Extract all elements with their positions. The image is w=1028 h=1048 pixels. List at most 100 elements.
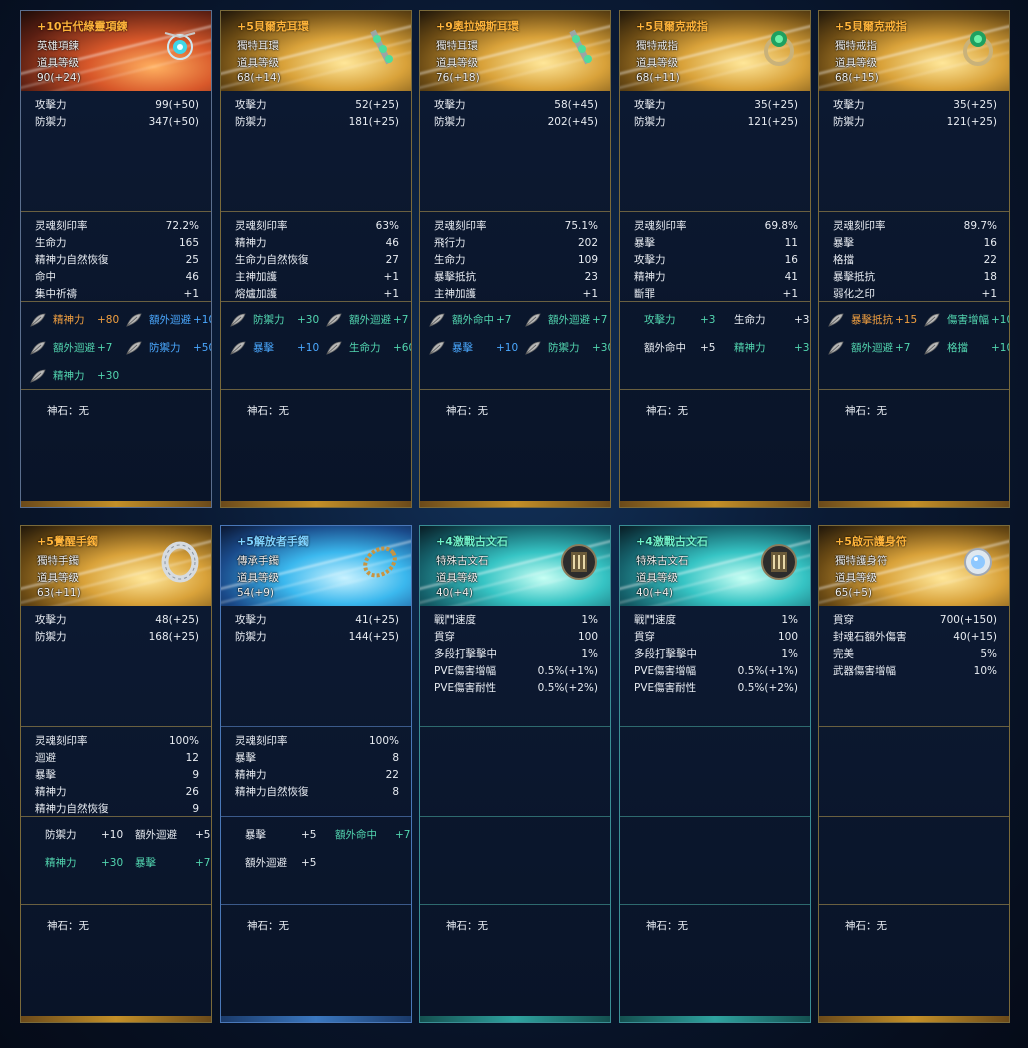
manastone-slot[interactable]: 暴擊 +7: [131, 853, 211, 873]
stat-name: 貫穿: [833, 614, 854, 626]
item-card[interactable]: +5覺醒手鐲 獨特手鐲 道具等级 63(+11) 攻擊力 48(+25) 防禦力 168(+2…: [20, 525, 212, 1023]
base-stats: 攻擊力 52(+25) 防禦力 181(+25): [221, 95, 411, 213]
godstone-label: 神石：无: [845, 920, 887, 932]
stat-row: PVE傷害耐性 0.5%(+2%): [420, 680, 610, 697]
stat-value: 0.5%(+2%): [537, 682, 598, 694]
item-level: 40(+4): [636, 587, 674, 599]
manastone-value: +7: [395, 829, 411, 841]
manastone-slot[interactable]: 傷害增幅+10: [923, 310, 1009, 330]
manastone-slot[interactable]: 額外迴避 +5: [237, 853, 329, 873]
manastone-slot[interactable]: 額外命中 +5: [636, 338, 728, 358]
manastone-slots: 暴擊抵抗+15傷害增幅+10額外迴避+7格擋+10: [819, 301, 1009, 390]
stat-name: 暴擊抵抗: [434, 271, 476, 283]
item-header: +4激戰古文石 特殊古文石 道具等级 40(+4): [620, 526, 810, 606]
stat-name: PVE傷害增幅: [634, 665, 697, 677]
stat-value: 11: [784, 237, 798, 249]
stat-row: 多段打擊擊中 1%: [620, 646, 810, 663]
manastone-name: 暴擊: [253, 342, 274, 354]
stat-value: 35(+25): [754, 99, 798, 111]
item-card[interactable]: +10古代綠靈項鍊 英雄項鍊 道具等级 90(+24) 攻擊力 99(+50) 防禦力 347…: [20, 10, 212, 508]
stat-value: 75.1%: [564, 220, 598, 232]
manastone-slot[interactable]: 額外命中 +7: [428, 310, 520, 330]
manastone-slot[interactable]: 額外迴避 +7: [827, 338, 919, 358]
stat-name: 攻擊力: [634, 254, 666, 266]
manastone-slots: 額外命中+7額外迴避+7暴擊+10防禦力+30: [420, 301, 610, 390]
manastone-slot[interactable]: 精神力 +30: [37, 853, 129, 873]
manastone-slot[interactable]: 額外迴避 +7: [524, 310, 610, 330]
rarity-bar: [420, 501, 610, 507]
stat-value: 202(+45): [547, 116, 598, 128]
item-type: 獨特手鐲: [37, 555, 79, 567]
manastone-slot[interactable]: 防禦力 +30: [524, 338, 610, 358]
stat-name: 戰鬥速度: [434, 614, 476, 626]
manastone-slots: 防禦力 +30 額外迴避+7 暴擊 +10 生命力 +60: [221, 301, 411, 390]
stat-row: 灵魂刻印率 89.7%: [819, 218, 1009, 235]
item-card[interactable]: +9奧拉姆斯耳環 獨特耳環 道具等级 76(+18) 攻擊力 58(+45) 防禦力 202(…: [419, 10, 611, 508]
stat-row: 貫穿 700(+150): [819, 612, 1009, 629]
manastone-slot[interactable]: 生命力 +30: [730, 310, 810, 330]
manastone-name: 額外迴避: [349, 314, 391, 326]
feather-icon: [229, 340, 247, 356]
manastone-name: 額外迴避: [53, 342, 95, 354]
stat-name: 完美: [833, 648, 854, 660]
stat-row: 迴避 12: [21, 750, 211, 767]
manastone-slot[interactable]: 暴擊抵抗 +15: [827, 310, 919, 330]
manastone-slot[interactable]: 防禦力 +10: [37, 825, 129, 845]
item-card[interactable]: +4激戰古文石 特殊古文石 道具等级 40(+4) 戰鬥速度 1% 貫穿 100 多段打擊擊中 1…: [619, 525, 811, 1023]
manastone-value: +7: [97, 342, 113, 354]
manastone-slot[interactable]: 額外迴避+10: [125, 310, 211, 330]
manastone-value: +10: [101, 829, 124, 841]
feather-icon: [428, 312, 446, 328]
item-level-label: 道具等级: [37, 572, 79, 584]
manastone-slot[interactable]: 暴擊 +5: [237, 825, 329, 845]
manastone-slot[interactable]: 額外迴避 +5: [131, 825, 211, 845]
manastone-slot[interactable]: 精神力 +80: [29, 310, 121, 330]
stat-value: 63%: [375, 220, 399, 232]
feather-icon: [827, 340, 845, 356]
stat-name: 多段打擊擊中: [434, 648, 497, 660]
item-name: +4激戰古文石: [436, 535, 508, 548]
item-header: +4激戰古文石 特殊古文石 道具等级 40(+4): [420, 526, 610, 606]
manastone-value: +30: [794, 314, 810, 326]
item-card[interactable]: +5貝爾克戒指 獨特戒指 道具等级 68(+15) 攻擊力 35(+25) 防禦力 121(+…: [818, 10, 1010, 508]
manastone-slot[interactable]: 額外命中 +7: [331, 825, 411, 845]
item-card[interactable]: +5啟示護身符 獨特護身符 道具等级 65(+5) 貫穿 700(+150) 封魂石額外傷害…: [818, 525, 1010, 1023]
stat-value: 16: [983, 237, 997, 249]
manastone-slot[interactable]: 額外迴避 +7: [29, 338, 121, 358]
stat-value: 46: [185, 271, 199, 283]
manastone-slot[interactable]: 格擋 +10: [923, 338, 1009, 358]
stat-row: 貫穿 100: [620, 629, 810, 646]
stat-name: 生命力: [35, 237, 67, 249]
stat-name: 精神力: [235, 237, 267, 249]
manastone-slot[interactable]: 精神力 +30: [730, 338, 810, 358]
stat-value: 1%: [781, 648, 798, 660]
manastone-slot[interactable]: 防禦力 +50: [125, 338, 211, 358]
stat-value: 700(+150): [939, 614, 997, 626]
stat-value: 22: [983, 254, 997, 266]
item-card[interactable]: +5貝爾克戒指 獨特戒指 道具等级 68(+11) 攻擊力 35(+25) 防禦力 121(+…: [619, 10, 811, 508]
godstone-label: 神石：无: [247, 405, 289, 417]
manastone-slot[interactable]: 精神力 +30: [29, 366, 121, 386]
item-card[interactable]: +5解放者手鐲 傳承手鐲 道具等级 54(+9) 攻擊力 41(+25) 防禦力 144(+2…: [220, 525, 412, 1023]
stat-row: 攻擊力 58(+45): [420, 97, 610, 114]
manastone-value: +10: [496, 342, 519, 354]
item-level-label: 道具等级: [237, 57, 279, 69]
stat-row: 攻擊力 48(+25): [21, 612, 211, 629]
godstone-label: 神石：无: [446, 405, 488, 417]
manastone-name: 暴擊抵抗: [851, 314, 893, 326]
item-name: +5覺醒手鐲: [37, 535, 98, 548]
manastone-slot[interactable]: 暴擊 +10: [229, 338, 321, 358]
manastone-slot[interactable]: 額外迴避 +7: [325, 310, 411, 330]
feather-icon: [29, 312, 47, 328]
item-card[interactable]: +5貝爾克耳環 獨特耳環 道具等级 68(+14) 攻擊力 52(+25) 防禦力 181(+…: [220, 10, 412, 508]
manastone-slots: 防禦力 +10 額外迴避 +5 精神力 +30 暴擊 +7: [21, 816, 211, 905]
item-card[interactable]: +4激戰古文石 特殊古文石 道具等级 40(+4) 戰鬥速度 1% 貫穿 100 多段打擊擊中 1…: [419, 525, 611, 1023]
stat-value: 0.5%(+2%): [737, 682, 798, 694]
stat-name: 迴避: [35, 752, 56, 764]
stat-value: 99(+50): [155, 99, 199, 111]
manastone-slot[interactable]: 暴擊 +10: [428, 338, 520, 358]
feather-icon: [29, 340, 47, 356]
manastone-slot[interactable]: 防禦力 +30: [229, 310, 321, 330]
manastone-slot[interactable]: 生命力 +60: [325, 338, 411, 358]
manastone-slot[interactable]: 攻擊力 +3: [636, 310, 728, 330]
